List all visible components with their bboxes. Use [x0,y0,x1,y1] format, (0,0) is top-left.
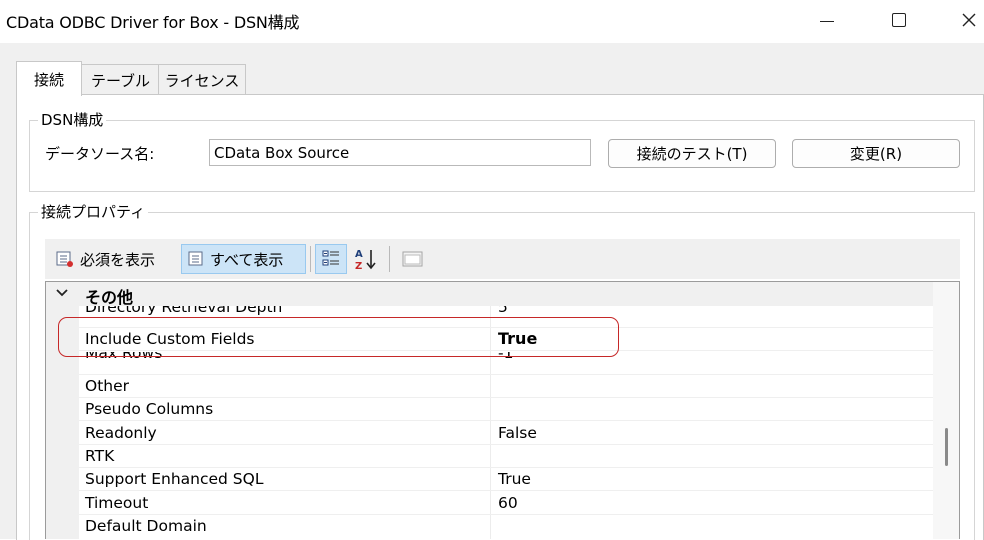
close-button[interactable] [946,0,984,40]
table-row[interactable]: Support Enhanced SQL True [79,468,933,491]
minimize-icon [820,20,834,22]
property-value: True [498,470,531,488]
toolbar-separator [389,246,390,272]
property-pages-button[interactable] [397,244,429,274]
table-row[interactable]: Pseudo Columns [79,398,933,421]
maximize-icon [892,13,906,27]
property-name: Timeout [85,494,149,512]
toolbar-separator [310,246,311,272]
category-label: その他 [85,288,134,307]
tab-label: テーブル [90,71,151,90]
close-icon [962,13,976,27]
svg-text:Z: Z [355,261,362,271]
category-row[interactable] [79,282,933,306]
table-row[interactable]: Other [79,375,933,398]
maximize-button[interactable] [876,0,922,40]
chevron-down-icon [56,289,68,297]
show-required-button[interactable]: 必須を表示 [50,244,176,274]
tab-label: 接続 [33,70,64,89]
property-value: 5 [498,306,508,316]
window-title: CData ODBC Driver for Box - DSN構成 [6,13,300,32]
change-button[interactable]: 変更(R) [792,139,960,168]
categorized-button[interactable] [315,244,347,274]
property-value: 60 [498,494,518,512]
property-value: False [498,424,537,442]
tab-connection[interactable]: 接続 [16,61,82,96]
all-list-icon [188,251,203,266]
sort-alpha-icon: A Z [355,249,376,271]
required-list-icon [56,251,73,267]
categorized-icon [322,250,339,266]
datasource-label: データソース名: [45,145,155,163]
property-name: Readonly [85,424,157,442]
minimize-button[interactable] [804,0,850,40]
properties-group-legend: 接続プロパティ [38,201,149,222]
show-required-label: 必須を表示 [80,250,156,269]
property-name: Support Enhanced SQL [85,470,264,488]
table-row[interactable]: Readonly False [79,422,933,445]
dsn-group-legend: DSN構成 [38,109,107,130]
vertical-scrollbar[interactable] [933,282,959,539]
property-pages-icon [402,251,423,267]
property-name: Pseudo Columns [85,400,214,418]
svg-text:A: A [355,249,363,260]
tab-license[interactable]: ライセンス [158,64,246,95]
sort-alpha-button[interactable]: A Z [350,244,382,274]
datasource-input[interactable]: CData Box Source [209,139,591,166]
show-all-label: すべて表示 [210,250,284,269]
test-connection-button[interactable]: 接続のテスト(T) [608,139,776,168]
property-name: Other [85,377,130,395]
show-all-button[interactable]: すべて表示 [181,244,306,274]
table-row[interactable]: Timeout 60 [79,492,933,515]
table-row[interactable]: Default Domain [79,515,933,539]
highlight-annotation [58,317,619,357]
table-row[interactable]: RTK [79,445,933,468]
tab-tables[interactable]: テーブル [81,64,160,95]
category-collapse-button[interactable] [55,286,69,304]
property-name: Default Domain [85,517,207,535]
property-name: RTK [85,447,115,465]
tab-label: ライセンス [164,71,240,90]
scrollbar-thumb[interactable] [945,428,948,466]
